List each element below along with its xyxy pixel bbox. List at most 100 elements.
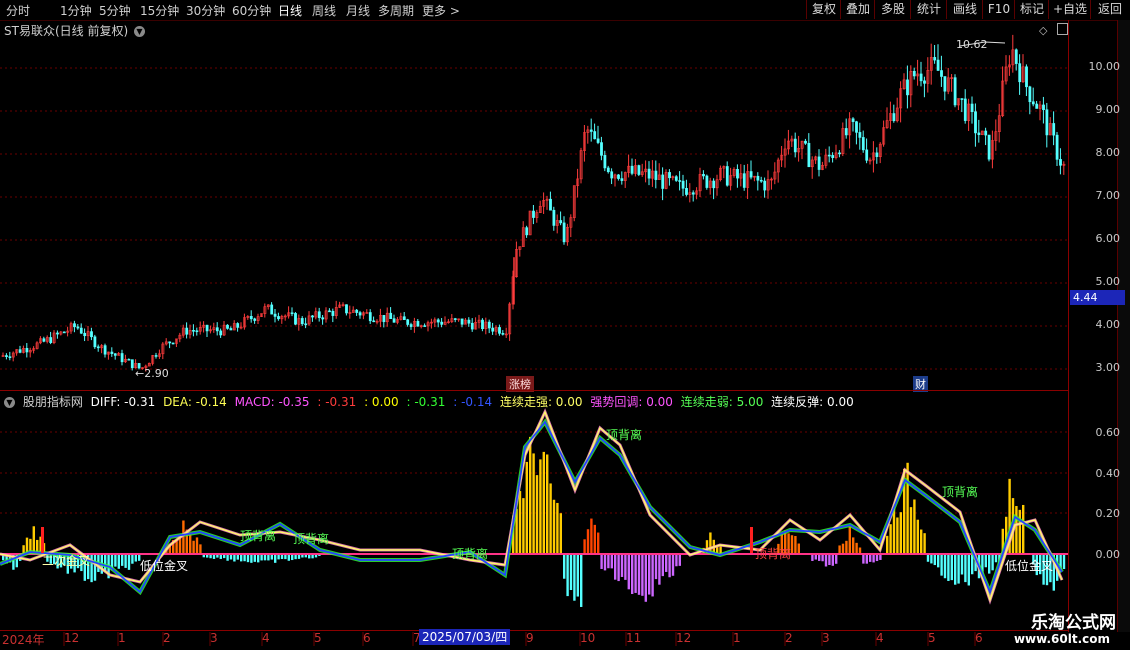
candle-body <box>549 198 552 211</box>
macd-bar <box>875 554 879 562</box>
macd-bar <box>855 542 858 554</box>
chevron-down-icon[interactable]: ▼ <box>4 397 15 408</box>
macd-bar <box>614 554 617 580</box>
candle-body <box>110 351 114 355</box>
price-tick: 3.00 <box>1095 361 1121 374</box>
candle-body <box>532 210 535 218</box>
candle-body <box>1055 134 1059 160</box>
price-tick: 6.00 <box>1095 232 1121 245</box>
high-price-label: 10.62 <box>956 38 988 51</box>
macd-bar <box>627 554 630 590</box>
macd-value: MACD: -0.35 <box>234 395 310 409</box>
second-golden-cross-label: 二次金叉 <box>42 554 91 568</box>
candle-body <box>674 176 678 181</box>
macd-bar <box>943 554 947 579</box>
macd-bar <box>991 554 994 571</box>
candle-body <box>817 156 821 170</box>
macd-bar <box>916 519 919 554</box>
candle-body <box>827 154 831 157</box>
candle-body <box>831 155 835 158</box>
macd-bar <box>104 554 107 572</box>
kline-chart[interactable] <box>0 0 1130 650</box>
candle-body <box>923 80 926 84</box>
candle-body <box>355 309 359 313</box>
macd-bar <box>253 554 256 562</box>
candle-body <box>440 321 444 325</box>
v1-value: : -0.31 <box>317 395 357 409</box>
macd-bar <box>243 554 246 562</box>
candle-body <box>273 313 277 317</box>
macd-bar <box>617 554 620 582</box>
macd-bar <box>933 554 936 566</box>
signal-marker <box>41 527 44 553</box>
lianxu-fantan: 连续反弹: 0.00 <box>771 395 854 409</box>
watermark-title: 乐淘公式网 <box>1031 613 1116 633</box>
macd-tick: 0.00 <box>1095 548 1121 561</box>
x-tick: 1 <box>118 631 126 645</box>
candle-body <box>93 336 97 348</box>
macd-bar <box>549 483 552 554</box>
macd-bar <box>634 554 637 593</box>
candle-body <box>501 333 505 335</box>
candle-body <box>127 358 131 361</box>
macd-bar <box>637 554 641 595</box>
macd-bar <box>529 436 532 554</box>
candle-body <box>103 345 107 355</box>
divergence-label: 顶背离 <box>755 547 792 561</box>
x-tick: 6 <box>975 631 983 645</box>
candle-body <box>589 129 593 132</box>
macd-bar <box>199 544 202 554</box>
candle-body <box>195 330 199 333</box>
price-tick: 7.00 <box>1095 189 1121 202</box>
candle-body <box>1042 104 1045 111</box>
candle-body <box>5 355 8 357</box>
candle-body <box>685 188 688 195</box>
candle-body <box>171 342 175 345</box>
candle-body <box>793 138 797 153</box>
candle-body <box>940 70 943 77</box>
candle-body <box>620 178 624 181</box>
candle-body <box>481 319 484 330</box>
candle-body <box>936 59 940 71</box>
macd-bar <box>654 554 658 580</box>
candle-body <box>974 111 977 134</box>
candle-body <box>552 209 556 226</box>
macd-bar <box>651 554 654 597</box>
macd-bar <box>32 526 35 554</box>
candle-body <box>1031 101 1035 105</box>
macd-bar <box>607 554 610 569</box>
pane-divider <box>0 390 1068 391</box>
macd-bar <box>134 554 137 562</box>
macd-bar <box>950 554 953 581</box>
macd-bar <box>790 535 794 554</box>
macd-bar <box>821 554 824 562</box>
divergence-label: 顶背离 <box>293 532 330 546</box>
candle-body <box>912 70 916 77</box>
candle-body <box>83 332 87 337</box>
candle-body <box>73 323 76 328</box>
price-tick: 10.00 <box>1088 60 1121 73</box>
current-price-badge: 4.44 <box>1070 290 1125 305</box>
macd-bar <box>124 554 127 568</box>
window-icon[interactable] <box>1057 23 1068 35</box>
macd-bar <box>620 554 624 577</box>
macd-tick: 0.60 <box>1095 426 1121 439</box>
candle-body <box>304 323 308 326</box>
macd-bar <box>624 554 627 580</box>
candle-body <box>382 315 386 323</box>
candle-body <box>668 172 671 179</box>
candle-body <box>470 322 474 330</box>
candle-body <box>328 310 331 313</box>
macd-bar <box>532 453 535 554</box>
x-tick: 3 <box>210 631 218 645</box>
diamond-icon[interactable]: ◇ <box>1039 24 1047 37</box>
macd-bar <box>845 540 848 554</box>
macd-bar <box>909 507 913 554</box>
divergence-label: 顶背离 <box>606 428 643 442</box>
price-tick: 9.00 <box>1095 103 1121 116</box>
macd-bar <box>852 537 855 554</box>
macd-bar <box>678 554 681 566</box>
candle-body <box>18 349 22 353</box>
candle-body <box>987 134 991 160</box>
v4-value: : -0.14 <box>453 395 493 409</box>
